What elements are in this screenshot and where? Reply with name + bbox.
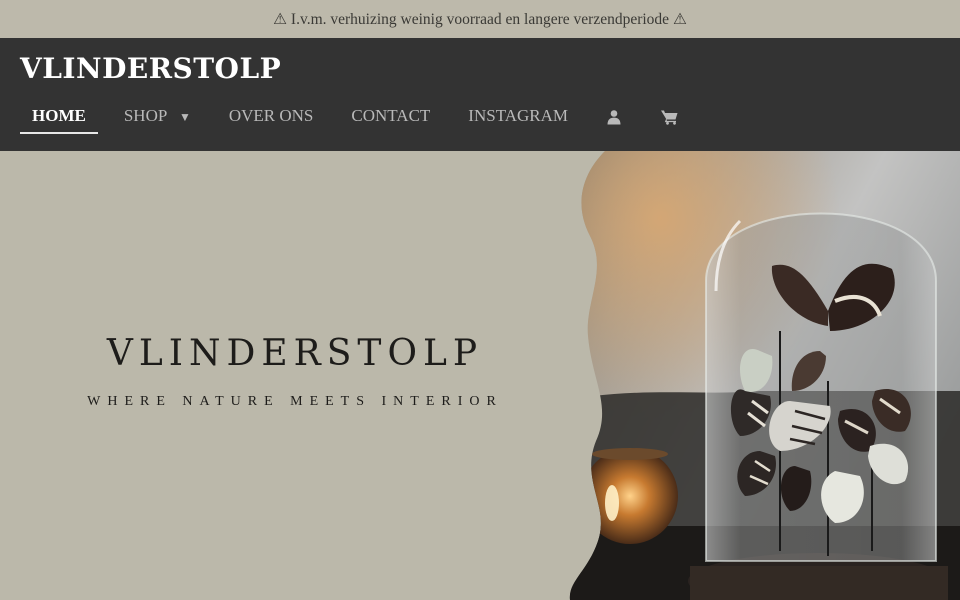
nav-item-instagram[interactable]: INSTAGRAM	[456, 102, 580, 134]
site-header: VLINDERSTOLP HOME SHOP ▼ OVER ONS CONTAC…	[0, 38, 960, 151]
hero-tagline: WHERE NATURE MEETS INTERIOR	[87, 394, 503, 409]
nav-item-label: CONTACT	[351, 106, 431, 125]
site-title[interactable]: VLINDERSTOLP	[20, 52, 281, 85]
nav-item-home[interactable]: HOME	[20, 102, 98, 134]
nav-item-shop[interactable]: SHOP ▼	[112, 102, 203, 134]
nav-item-label: INSTAGRAM	[468, 106, 568, 125]
nav-item-label: SHOP	[123, 106, 167, 125]
nav-item-label: OVER ONS	[228, 106, 314, 125]
main-navigation: HOME SHOP ▼ OVER ONS CONTACT INSTAGRAM	[20, 100, 691, 136]
hero-photo-butterfly-dome	[569, 151, 960, 600]
chevron-down-icon: ▼	[178, 110, 191, 124]
hero-banner: VLINDERSTOLP WHERE NATURE MEETS INTERIOR	[0, 151, 960, 600]
cart-button[interactable]	[648, 102, 691, 134]
nav-item-contact[interactable]: CONTACT	[339, 102, 442, 134]
announcement-text: ⚠ I.v.m. verhuizing weinig voorraad en l…	[273, 10, 687, 28]
hero-brand-logo: VLINDERSTOLP	[106, 333, 484, 374]
user-icon	[607, 110, 621, 125]
nav-item-over-ons[interactable]: OVER ONS	[217, 102, 326, 134]
account-button[interactable]	[594, 102, 634, 134]
nav-item-label: HOME	[32, 106, 86, 125]
cart-icon	[661, 110, 678, 125]
announcement-bar: ⚠ I.v.m. verhuizing weinig voorraad en l…	[0, 0, 960, 38]
